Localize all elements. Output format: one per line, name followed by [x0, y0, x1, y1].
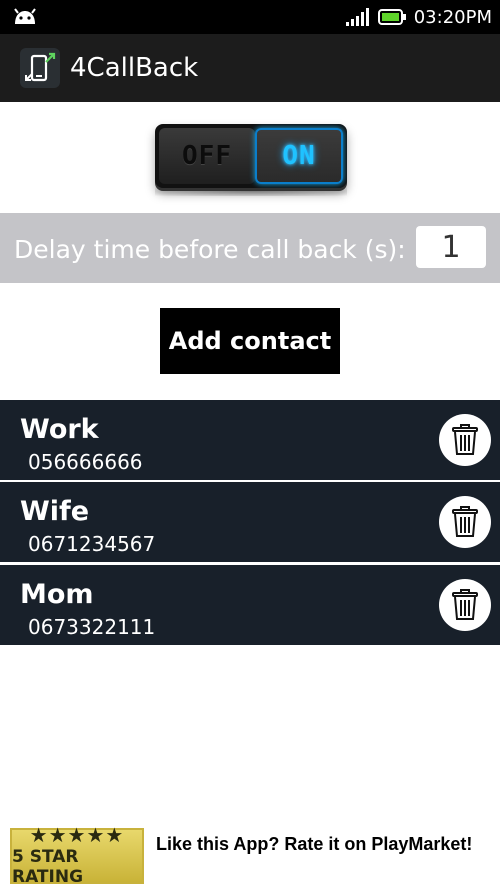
contact-name: Work [20, 414, 99, 445]
delay-row: Delay time before call back (s): [0, 213, 500, 283]
trash-icon [452, 589, 478, 620]
action-bar: 4CallBack [0, 34, 500, 102]
android-icon [14, 8, 36, 24]
delete-contact-button[interactable] [439, 414, 491, 466]
five-star-rating-badge[interactable]: ★★★★★ 5 STAR RATING [10, 825, 144, 887]
callback-toggle[interactable]: OFF ON [155, 124, 347, 196]
delay-input[interactable] [416, 226, 486, 268]
contact-row[interactable]: Work 056666666 [0, 400, 500, 480]
trash-icon [452, 506, 478, 537]
rate-app-link[interactable]: Like this App? Rate it on PlayMarket! [156, 834, 472, 855]
app-icon [20, 48, 60, 88]
rating-stars: ★★★★★ [29, 825, 125, 847]
contact-name: Wife [20, 496, 90, 527]
contact-row[interactable]: Wife 0671234567 [0, 482, 500, 562]
contact-name: Mom [20, 579, 94, 610]
toggle-off-label[interactable]: OFF [159, 128, 255, 184]
app-title: 4CallBack [70, 53, 199, 83]
delay-label: Delay time before call back (s): [14, 235, 406, 264]
delete-contact-button[interactable] [439, 579, 491, 631]
toggle-body[interactable]: OFF ON [155, 124, 347, 188]
contact-row[interactable]: Mom 0673322111 [0, 565, 500, 645]
toggle-on-label[interactable]: ON [255, 128, 343, 184]
signal-icon [345, 8, 369, 26]
add-contact-button[interactable]: Add contact [160, 308, 340, 374]
contact-number: 0671234567 [28, 532, 156, 556]
trash-icon [452, 424, 478, 455]
battery-icon [377, 9, 406, 25]
contact-number: 056666666 [28, 450, 143, 474]
status-time: 03:20PM [413, 6, 492, 28]
delete-contact-button[interactable] [439, 496, 491, 548]
phone-callback-icon [25, 52, 56, 82]
contact-number: 0673322111 [28, 615, 156, 639]
rating-badge-label: 5 STAR RATING [12, 847, 84, 887]
status-bar: 03:20PM [0, 0, 500, 34]
